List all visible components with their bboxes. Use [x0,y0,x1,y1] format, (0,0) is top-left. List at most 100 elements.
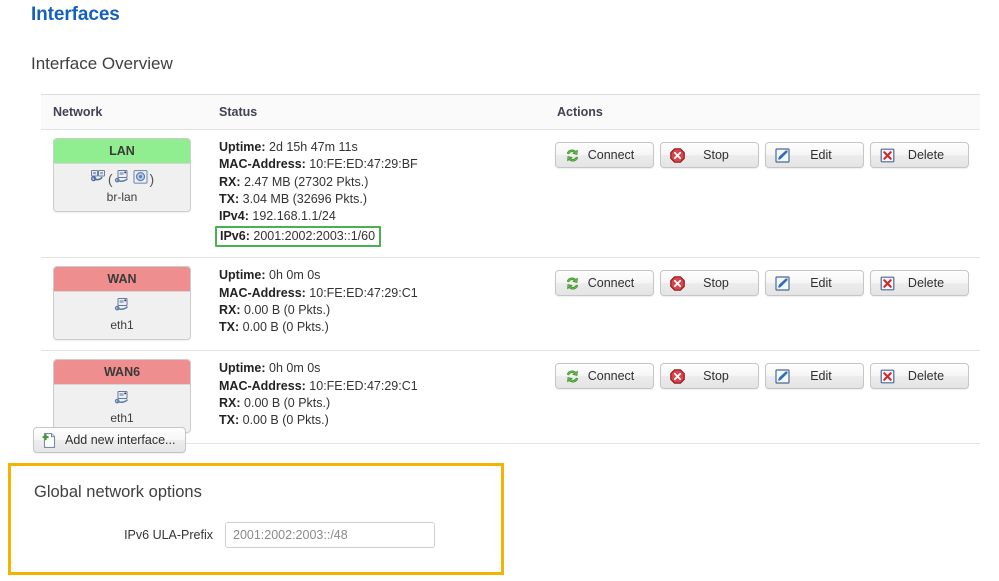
action-button-group: Connect Stop Edit Delete [555,142,980,168]
network-card-lan[interactable]: LAN () br-lan [53,138,191,212]
connect-button-label: Connect [587,369,635,384]
status-rx-value: 0.00 B (0 Pkts.) [244,396,331,411]
status-mac-value: 10:FE:ED:47:29:C1 [309,285,418,300]
status-rx: RX: 2.47 MB (27302 Pkts.) [219,174,545,191]
stop-button-label: Stop [703,148,729,162]
status-cell: Uptime: 0h 0m 0s MAC-Address: 10:FE:ED:4… [207,350,545,445]
stop-icon [669,147,686,164]
status-uptime-value: 0h 0m 0s [269,361,321,376]
status-tx: TX: 0.00 B (0 Pkts.) [219,412,545,429]
actions-cell: Connect Stop Edit Delete [545,257,980,352]
action-button-group: Connect Stop Edit Delete [555,363,980,390]
status-ipv6-value: 2001:2002:2003::1/60 [253,229,376,244]
table-header: Network Status Actions [41,94,980,130]
action-button-group: Connect Stop Edit Delete [555,270,980,297]
ula-prefix-input[interactable] [225,522,435,548]
connect-button[interactable]: Connect [555,270,654,297]
table-row: LAN () br-lan Uptime: 2d 15h 47m 11s MA… [41,129,980,259]
status-mac: MAC-Address: 10:FE:ED:47:29:C1 [219,378,545,395]
interfaces-page: Interfaces Interface Overview Network St… [0,0,999,581]
stop-button[interactable]: Stop [660,142,759,168]
column-header-actions: Actions [545,94,980,130]
edit-button[interactable]: Edit [765,363,864,390]
status-rx-value: 0.00 B (0 Pkts.) [244,303,331,318]
status-uptime-label: Uptime: [219,140,266,154]
status-ipv4-label: IPv4: [219,209,249,224]
status-mac-value: 10:FE:ED:47:29:C1 [309,378,418,393]
status-uptime-value: 2d 15h 47m 11s [269,140,358,154]
status-tx: TX: 3.04 MB (32696 Pkts.) [219,191,545,208]
delete-button-label: Delete [907,148,945,162]
interface-overview-table: Network Status Actions LAN () br-lan Up… [41,94,980,445]
column-header-status: Status [207,94,545,130]
edit-button-label: Edit [810,276,832,291]
actions-cell: Connect Stop Edit Delete [545,129,980,259]
connect-button[interactable]: Connect [555,142,654,168]
status-rx-value: 2.47 MB (27302 Pkts.) [244,174,369,189]
new-page-icon [41,432,58,449]
delete-button[interactable]: Delete [870,270,969,297]
network-icon-group [54,389,190,411]
global-options-title: Global network options [34,483,202,501]
delete-button-label: Delete [907,369,945,384]
network-cell: WAN eth1 [41,257,207,352]
delete-button[interactable]: Delete [870,142,969,168]
status-ipv4-value: 192.168.1.1/24 [252,209,336,224]
status-cell: Uptime: 2d 15h 47m 11s MAC-Address: 10:F… [207,129,545,259]
network-badge-label: WAN [54,267,190,292]
status-rx-label: RX: [219,396,241,411]
add-new-interface-label: Add new interface... [65,433,176,447]
edit-pencil-icon [774,147,791,164]
stop-icon [669,275,686,292]
page-title: Interfaces [31,4,120,25]
status-mac: MAC-Address: 10:FE:ED:47:29:BF [219,156,545,173]
edit-pencil-icon [774,368,791,385]
network-device-name: br-lan [106,190,138,204]
ethernet-icon [90,169,107,190]
status-uptime: Uptime: 2d 15h 47m 11s [219,139,545,156]
status-tx-value: 3.04 MB (32696 Pkts.) [242,191,367,206]
stop-button[interactable]: Stop [660,363,759,390]
status-tx-label: TX: [219,320,240,335]
network-cell: LAN () br-lan [41,129,207,259]
status-mac: MAC-Address: 10:FE:ED:47:29:C1 [219,285,545,302]
ethernet-icon [114,297,131,318]
edit-pencil-icon [774,275,791,292]
connect-button-label: Connect [587,276,635,291]
status-tx: TX: 0.00 B (0 Pkts.) [219,319,545,336]
edit-button-label: Edit [810,369,832,384]
status-rx-label: RX: [219,174,241,189]
network-card-wan6[interactable]: WAN6 eth1 [53,359,191,434]
ethernet-icon [114,390,131,411]
network-device-name: eth1 [110,411,134,426]
status-ipv6-label: IPv6: [220,229,250,244]
connect-refresh-icon [564,147,581,164]
add-new-interface-button[interactable]: Add new interface... [33,427,187,453]
stop-button-label: Stop [703,276,729,291]
table-body: LAN () br-lan Uptime: 2d 15h 47m 11s MA… [41,129,980,445]
status-mac-label: MAC-Address: [219,157,306,172]
network-icon-group: () [54,168,190,190]
status-rx: RX: 0.00 B (0 Pkts.) [219,395,545,412]
delete-button[interactable]: Delete [870,363,969,390]
wireless-icon [132,169,149,190]
stop-button[interactable]: Stop [660,270,759,297]
connect-button-label: Connect [587,148,635,162]
column-header-network: Network [41,94,207,130]
connect-refresh-icon [564,368,581,385]
edit-button-label: Edit [810,148,832,162]
status-ipv6-highlight: IPv6: 2001:2002:2003::1/60 [215,226,382,248]
status-tx-label: TX: [219,413,240,428]
status-ipv4: IPv4: 192.168.1.1/24 [219,208,545,225]
edit-button[interactable]: Edit [765,270,864,297]
connect-button[interactable]: Connect [555,363,654,390]
network-icon-group [54,296,190,318]
stop-icon [669,368,686,385]
status-rx: RX: 0.00 B (0 Pkts.) [219,302,545,319]
ethernet-icon [114,169,131,190]
section-title: Interface Overview [31,54,173,73]
network-device-name: eth1 [110,318,134,333]
status-uptime-label: Uptime: [219,268,266,283]
network-card-wan[interactable]: WAN eth1 [53,266,191,341]
edit-button[interactable]: Edit [765,142,864,168]
